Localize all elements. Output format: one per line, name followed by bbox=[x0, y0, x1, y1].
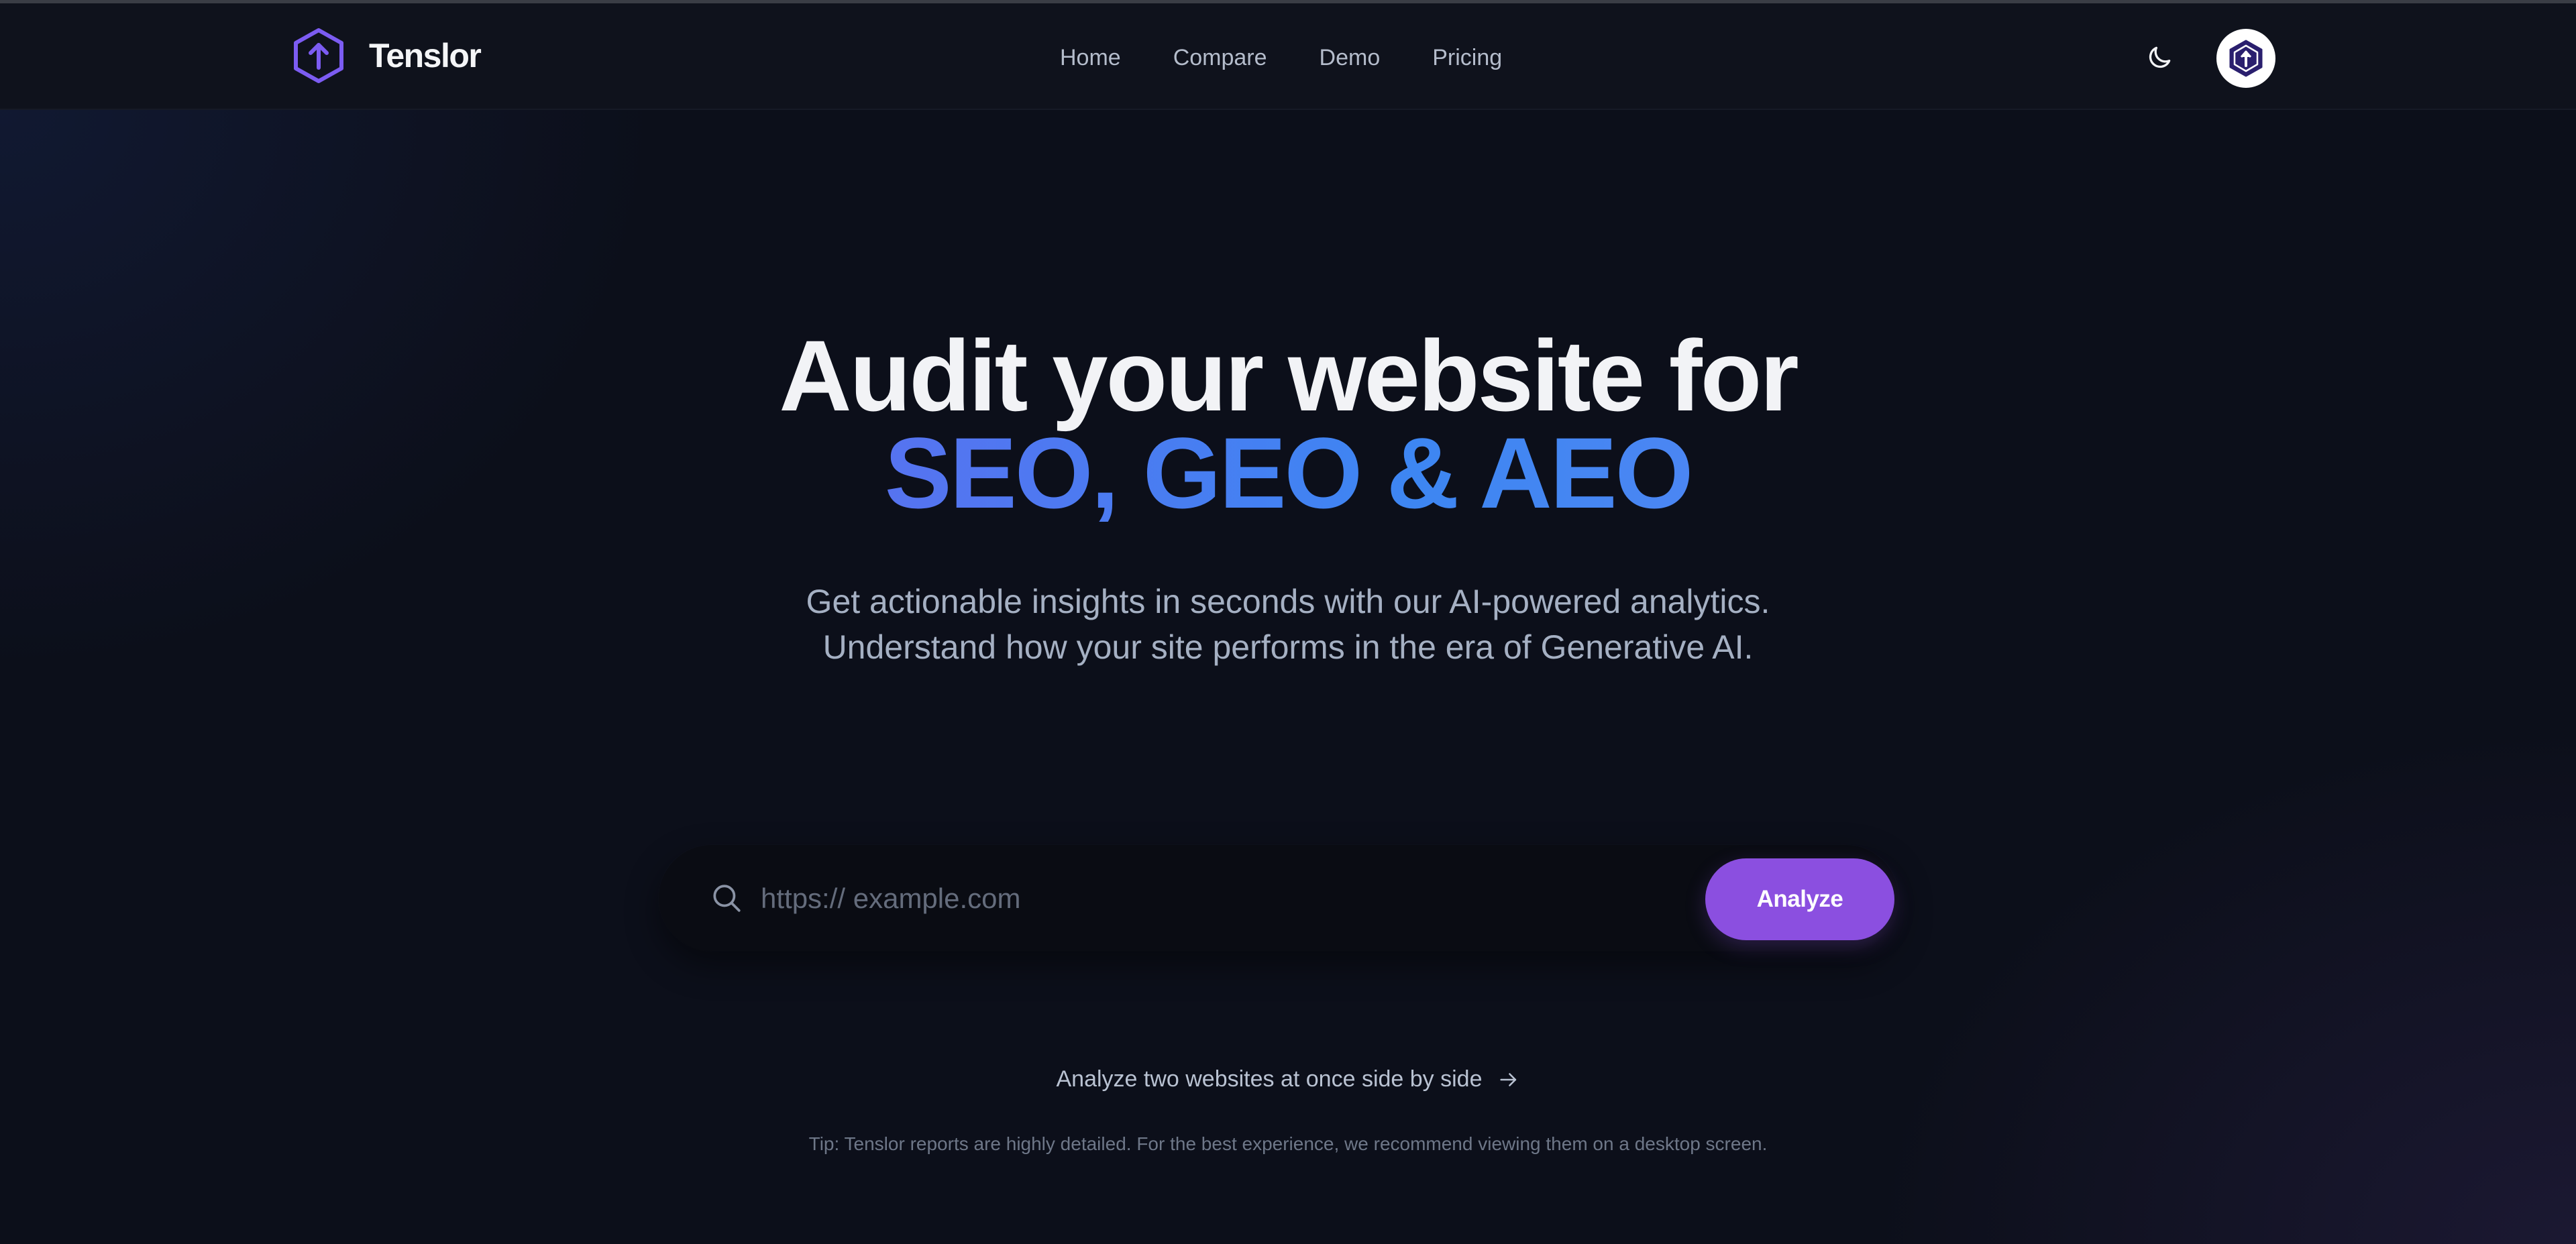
hero-title-highlight: SEO, GEO & AEO bbox=[0, 422, 2576, 523]
site-header: Tenslor Home Compare Demo Pricing bbox=[0, 3, 2576, 110]
hero-subtitle-line-2: Understand how your site performs in the… bbox=[822, 628, 1754, 666]
hero-subtitle: Get actionable insights in seconds with … bbox=[0, 579, 2576, 670]
hexagon-up-arrow-icon bbox=[294, 28, 343, 83]
nav-pricing-link[interactable]: Pricing bbox=[1432, 45, 1502, 71]
compare-sites-link[interactable]: Analyze two websites at once side by sid… bbox=[0, 1066, 2576, 1092]
moon-icon bbox=[2149, 46, 2171, 68]
theme-toggle-button[interactable] bbox=[2141, 40, 2178, 76]
url-search-bar: Analyze bbox=[659, 845, 1898, 951]
hero-title: Audit your website for SEO, GEO & AEO bbox=[0, 319, 2576, 523]
url-input[interactable] bbox=[759, 874, 1567, 923]
hero-subtitle-line-1: Get actionable insights in seconds with … bbox=[806, 583, 1770, 620]
brand-name: Tenslor bbox=[369, 37, 482, 74]
nav-compare-link[interactable]: Compare bbox=[1173, 45, 1267, 71]
desktop-tip: Tip: Tenslor reports are highly detailed… bbox=[808, 1133, 1768, 1154]
hero-title-line-1: Audit your website for bbox=[779, 319, 1799, 432]
analyze-button[interactable]: Analyze bbox=[1705, 858, 1894, 940]
main-nav: Home Compare Demo Pricing bbox=[1060, 41, 1502, 74]
page: Tenslor Home Compare Demo Pricing Audit … bbox=[0, 0, 2576, 1244]
nav-home-link[interactable]: Home bbox=[1060, 45, 1121, 71]
search-icon bbox=[713, 885, 741, 912]
nav-demo-link[interactable]: Demo bbox=[1320, 45, 1381, 71]
brand[interactable]: Tenslor bbox=[292, 27, 482, 84]
arrow-right-icon bbox=[1499, 1072, 1516, 1086]
hexagon-up-arrow-icon bbox=[2229, 40, 2263, 77]
user-avatar-button[interactable] bbox=[2216, 29, 2275, 88]
compare-sites-label: Analyze two websites at once side by sid… bbox=[1056, 1066, 1483, 1092]
